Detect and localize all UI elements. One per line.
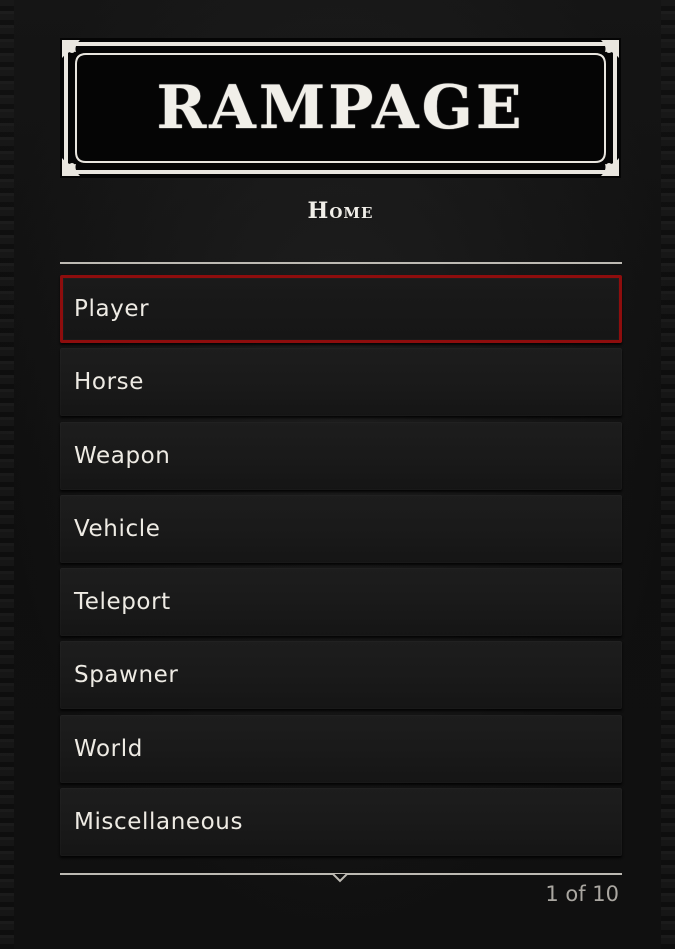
menu-list: Player Horse Weapon Vehicle Teleport Spa… (60, 275, 622, 861)
menu-item-spawner[interactable]: Spawner (60, 641, 622, 710)
menu-item-vehicle[interactable]: Vehicle (60, 494, 622, 563)
page-counter: 1 of 10 (545, 882, 619, 906)
menu-item-label: Horse (74, 369, 144, 396)
panel-edge-left (0, 0, 14, 949)
menu-item-label: Miscellaneous (74, 809, 244, 836)
menu-panel: RAMPAGE Home Player Horse Weapon Vehicle… (0, 0, 675, 949)
menu-item-label: Weapon (74, 442, 171, 469)
title-banner: RAMPAGE (60, 38, 621, 178)
menu-item-label: Player (74, 296, 150, 322)
menu-item-player[interactable]: Player (60, 275, 622, 343)
menu-item-world[interactable]: World (60, 714, 622, 783)
divider-top (60, 262, 622, 264)
panel-edge-right (661, 0, 675, 949)
menu-item-miscellaneous[interactable]: Miscellaneous (60, 788, 622, 857)
menu-item-weapon[interactable]: Weapon (60, 421, 622, 490)
menu-item-label: Vehicle (74, 515, 161, 542)
menu-item-teleport[interactable]: Teleport (60, 568, 622, 637)
menu-title: RAMPAGE (156, 73, 525, 143)
menu-item-horse[interactable]: Horse (60, 348, 622, 417)
menu-subtitle: Home (307, 198, 374, 224)
menu-item-label: World (74, 735, 143, 762)
menu-item-label: Spawner (74, 662, 179, 689)
scroll-down-icon[interactable] (332, 873, 348, 885)
menu-item-label: Teleport (74, 589, 171, 616)
